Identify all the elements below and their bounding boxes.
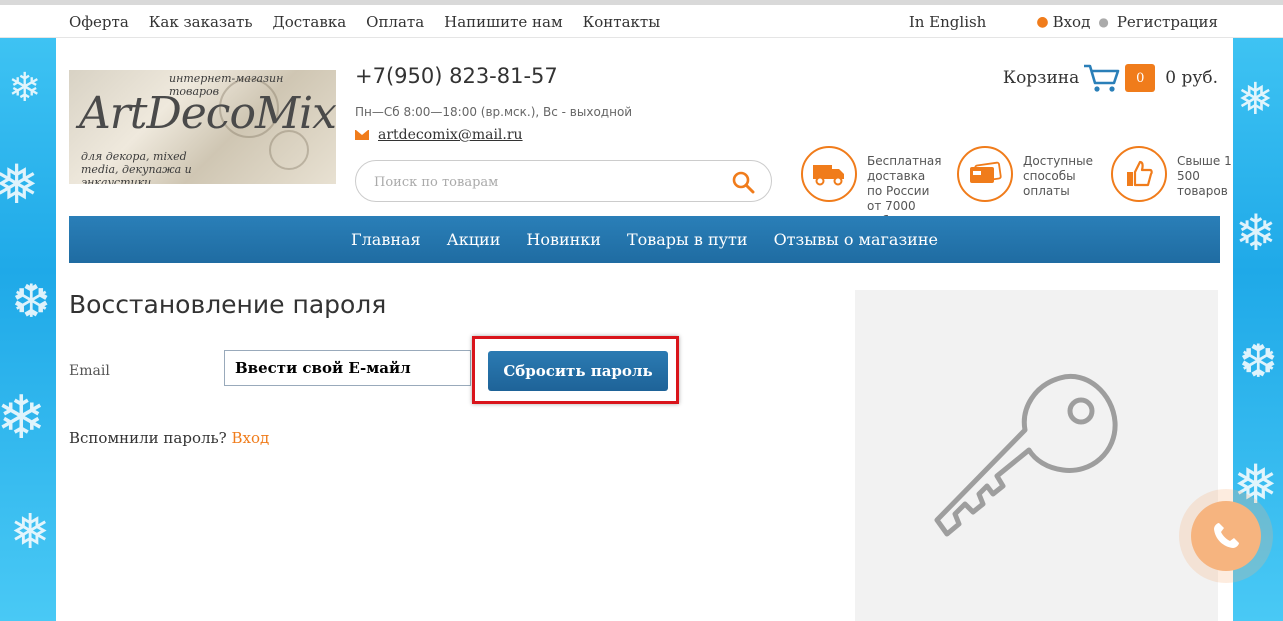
remember-login-link[interactable]: Вход [232, 429, 270, 447]
top-link-how-to-order[interactable]: Как заказать [149, 13, 253, 31]
top-links: Оферта Как заказать Доставка Оплата Напи… [69, 13, 680, 31]
page-title: Восстановление пароля [69, 290, 387, 319]
logo-subtitle: для декора, mixed media, декупажа и энка… [81, 150, 192, 184]
mail-icon [355, 130, 369, 140]
main-container: интернет-магазин товаров ArtDecoMix для … [56, 38, 1233, 621]
key-icon [934, 374, 1118, 537]
register-link[interactable]: Регистрация [1117, 13, 1218, 31]
cart-label: Корзина [1002, 68, 1080, 88]
language-link[interactable]: In English [909, 13, 987, 31]
nav-item-home[interactable]: Главная [351, 230, 421, 249]
login-link[interactable]: Вход [1053, 13, 1091, 31]
main-nav: Главная Акции Новинки Товары в пути Отзы… [69, 216, 1220, 263]
key-illustration-panel [855, 290, 1218, 621]
working-hours: Пн—Сб 8:00—18:00 (вр.мск.), Вс - выходно… [355, 105, 633, 119]
nav-item-in-transit[interactable]: Товары в пути [627, 230, 748, 249]
nav-item-reviews[interactable]: Отзывы о магазине [774, 230, 938, 249]
call-button[interactable] [1191, 501, 1261, 571]
search-icon[interactable] [731, 170, 755, 194]
feature-text: Свыше 1 500 товаров [1177, 154, 1232, 198]
email-field[interactable] [224, 350, 471, 386]
search-box [355, 160, 772, 202]
background-left: ❄ ❅ ❆ ❄ ❅ [0, 38, 56, 621]
logo-brand: ArtDecoMix [79, 88, 336, 139]
snowflake-icon: ❆ [1239, 334, 1278, 388]
remember-text: Вспомнили пароль? [69, 429, 227, 447]
phone-icon [1214, 523, 1239, 548]
snowflake-icon: ❅ [10, 504, 51, 560]
cart-icon [1084, 64, 1120, 92]
top-link-write-us[interactable]: Напишите нам [444, 13, 563, 31]
top-link-payment[interactable]: Оплата [366, 13, 424, 31]
site-logo[interactable]: интернет-магазин товаров ArtDecoMix для … [69, 70, 336, 184]
account-links: In English ● Вход ● Регистрация [909, 13, 1218, 31]
remember-password: Вспомнили пароль? Вход [69, 429, 269, 447]
reset-password-button[interactable]: Сбросить пароль [488, 351, 668, 391]
separator-dot: ● [1098, 15, 1109, 29]
top-bar: Оферта Как заказать Доставка Оплата Напи… [0, 0, 1283, 38]
top-link-offer[interactable]: Оферта [69, 13, 129, 31]
search-input[interactable] [374, 171, 714, 193]
snowflake-icon: ❅ [0, 153, 40, 216]
email-label: Email [69, 363, 110, 379]
phone-number[interactable]: +7(950) 823-81-57 [355, 64, 558, 88]
cart-count-badge: 0 [1125, 64, 1156, 92]
nav-item-promotions[interactable]: Акции [447, 230, 501, 249]
thumbs-up-icon [1111, 146, 1167, 202]
snowflake-icon: ❆ [12, 274, 51, 328]
nav-item-new[interactable]: Новинки [526, 230, 601, 249]
top-link-contacts[interactable]: Контакты [583, 13, 661, 31]
cart-total: 0 руб. [1165, 68, 1218, 88]
snowflake-icon: ❅ [1237, 74, 1274, 125]
user-icon: ● [1036, 14, 1049, 30]
snowflake-icon: ❄ [0, 383, 47, 453]
contact-email: artdecomix@mail.ru [355, 127, 523, 143]
delivery-truck-icon [801, 146, 857, 202]
email-link[interactable]: artdecomix@mail.ru [378, 127, 523, 143]
feature-text: Доступные способы оплаты [1023, 154, 1093, 198]
snowflake-icon: ❄ [8, 65, 42, 111]
payment-card-icon [957, 146, 1013, 202]
cart[interactable]: Корзина 0 0 руб. [1003, 63, 1218, 93]
top-link-delivery[interactable]: Доставка [273, 13, 347, 31]
